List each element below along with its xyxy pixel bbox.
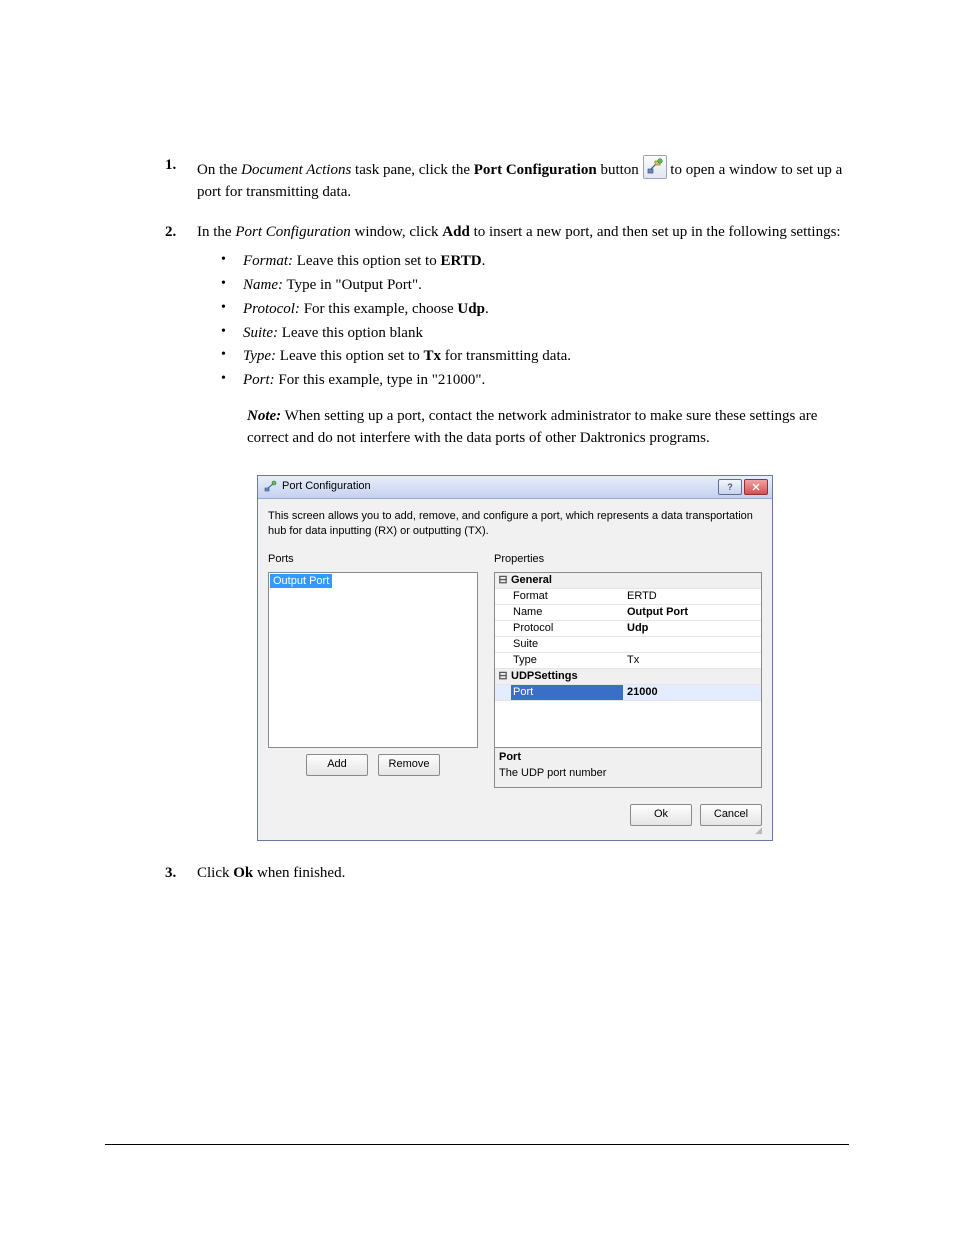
properties-label: Properties	[494, 552, 762, 568]
step-3: 3. Click Ok when finished.	[165, 863, 849, 885]
dialog-description: This screen allows you to add, remove, a…	[268, 509, 762, 538]
prop-port[interactable]: Port 21000	[495, 685, 761, 701]
prop-suite[interactable]: Suite	[495, 637, 761, 653]
cancel-button[interactable]: Cancel	[700, 804, 762, 826]
port-config-toolbar-icon	[643, 155, 667, 179]
port-config-italic: Port Configuration	[235, 224, 350, 240]
ports-listbox[interactable]: Output Port	[268, 572, 478, 748]
property-description: Port The UDP port number	[494, 748, 762, 788]
ok-button[interactable]: Ok	[630, 804, 692, 826]
port-config-bold: Port Configuration	[474, 162, 597, 178]
bullet-name: Name: Type in "Output Port".	[219, 275, 849, 297]
step1-text: On the Document Actions task pane, click…	[197, 162, 842, 200]
prop-protocol[interactable]: Protocol Udp	[495, 621, 761, 637]
step3-text: Click Ok when finished.	[197, 865, 345, 881]
step-number: 3.	[165, 863, 176, 885]
collapse-icon[interactable]: ⊟	[495, 669, 511, 684]
dialog-title-icon	[264, 480, 278, 494]
close-button[interactable]	[744, 479, 768, 495]
add-bold: Add	[442, 224, 470, 240]
step-number: 1.	[165, 155, 176, 177]
bullet-format: Format: Leave this option set to ERTD.	[219, 251, 849, 273]
prop-type[interactable]: Type Tx	[495, 653, 761, 669]
step2-text: In the Port Configuration window, click …	[197, 224, 841, 240]
doc-actions-italic: Document Actions	[241, 162, 351, 178]
step-2: 2. In the Port Configuration window, cli…	[165, 222, 849, 841]
settings-list: Format: Leave this option set to ERTD. N…	[219, 251, 849, 392]
step-1: 1. On the Document Actions task pane, cl…	[165, 155, 849, 204]
bullet-suite: Suite: Leave this option blank	[219, 323, 849, 345]
property-grid[interactable]: ⊟ General Format ERTD Name	[494, 572, 762, 748]
prop-format[interactable]: Format ERTD	[495, 589, 761, 605]
add-button[interactable]: Add	[306, 754, 368, 776]
dialog-title: Port Configuration	[282, 479, 716, 495]
help-button[interactable]: ?	[718, 479, 742, 495]
bullet-port: Port: For this example, type in "21000".	[219, 370, 849, 392]
remove-button[interactable]: Remove	[378, 754, 440, 776]
dialog-titlebar: Port Configuration ?	[258, 476, 772, 499]
note-paragraph: Note: When setting up a port, contact th…	[247, 406, 849, 450]
prop-name[interactable]: Name Output Port	[495, 605, 761, 621]
ports-label: Ports	[268, 552, 478, 568]
port-config-dialog: Port Configuration ? This screen allows …	[257, 475, 773, 841]
group-general[interactable]: ⊟ General	[495, 573, 761, 589]
page-footer-rule	[105, 1144, 849, 1145]
collapse-icon[interactable]: ⊟	[495, 573, 511, 588]
ports-list-item[interactable]: Output Port	[270, 574, 332, 588]
ok-bold: Ok	[233, 865, 253, 881]
step-number: 2.	[165, 222, 176, 244]
note-label: Note:	[247, 408, 281, 424]
bullet-protocol: Protocol: For this example, choose Udp.	[219, 299, 849, 321]
group-udpsettings[interactable]: ⊟ UDPSettings	[495, 669, 761, 685]
bullet-type: Type: Leave this option set to Tx for tr…	[219, 346, 849, 368]
